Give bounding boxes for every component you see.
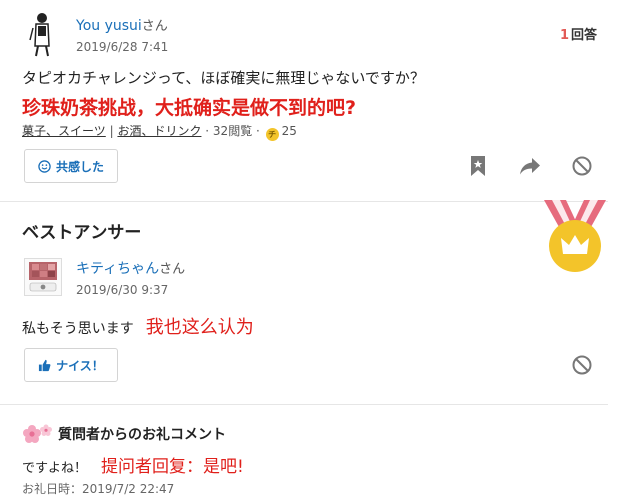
answerer-avatar[interactable] xyxy=(24,258,62,296)
question-date: 2019/6/28 7:41 xyxy=(76,40,169,54)
bookmark-icon[interactable] xyxy=(468,155,488,177)
question-tags: 菓子、スイーツ | お酒、ドリンク · 32閲覧 · チ 25 xyxy=(22,124,297,141)
thanks-comment-heading: 質問者からのお礼コメント xyxy=(22,423,226,445)
answer-date: 2019/6/30 9:37 xyxy=(76,283,169,297)
empathy-button-label: 共感した xyxy=(55,159,104,174)
thanks-comment-body: ですよね！ 提问者回复：是吧! xyxy=(22,452,244,477)
category-tag-drinks[interactable]: お酒、ドリンク xyxy=(117,124,201,138)
flower-icon xyxy=(23,424,52,443)
question-author-suffix: さん xyxy=(141,19,168,34)
category-tag-sweets[interactable]: 菓子、スイーツ xyxy=(22,124,106,138)
answerer: キティちゃんさん xyxy=(76,258,185,278)
smile-icon xyxy=(38,159,51,173)
thanks-comment-title: 質問者からのお礼コメント xyxy=(58,427,226,443)
question-author: You yusuiさん xyxy=(76,15,168,34)
answer-annotation: 我也这么认为 xyxy=(145,317,254,338)
answer-count[interactable]: 1 回答 xyxy=(560,24,597,43)
best-answer-title: ベストアンサー xyxy=(22,223,142,243)
thumbs-up-icon xyxy=(39,359,51,371)
question-annotation: 珍珠奶茶挑战，大抵确实是做不到的吧? xyxy=(22,97,357,119)
answer-count-number: 1 xyxy=(560,28,570,43)
nice-button[interactable]: ナイス！ xyxy=(24,348,118,382)
empathy-button[interactable]: 共感した xyxy=(24,149,118,183)
tag-separator: | xyxy=(105,124,118,138)
crown-medal-icon xyxy=(540,200,610,275)
question-author-avatar[interactable] xyxy=(22,10,62,58)
coin-count: 25 xyxy=(281,124,297,138)
answer-text: 私もそう思います xyxy=(22,321,134,337)
answer-count-label: 回答 xyxy=(571,28,598,43)
nice-button-label: ナイス！ xyxy=(56,358,104,373)
share-icon[interactable] xyxy=(518,155,542,177)
answer-body: 私もそう思います 我也这么认为 xyxy=(22,313,254,339)
block-icon[interactable] xyxy=(571,354,593,376)
divider xyxy=(0,404,608,405)
view-count: 32閲覧 xyxy=(212,124,253,138)
answerer-name[interactable]: キティちゃん xyxy=(76,261,159,277)
thanks-comment-text: ですよね！ xyxy=(22,461,88,476)
thanks-comment-annotation: 提问者回复：是吧! xyxy=(101,457,244,477)
question-text: タピオカチャレンジって、ほぼ確実に無理じゃないですか？ xyxy=(22,69,425,87)
question-author-name[interactable]: You yusui xyxy=(76,18,142,34)
block-icon[interactable] xyxy=(571,155,593,177)
thanks-date: お礼日時：2019/7/2 22:47 xyxy=(22,482,175,496)
divider xyxy=(0,201,608,202)
coin-icon: チ xyxy=(265,128,279,141)
answerer-suffix: さん xyxy=(159,262,186,277)
